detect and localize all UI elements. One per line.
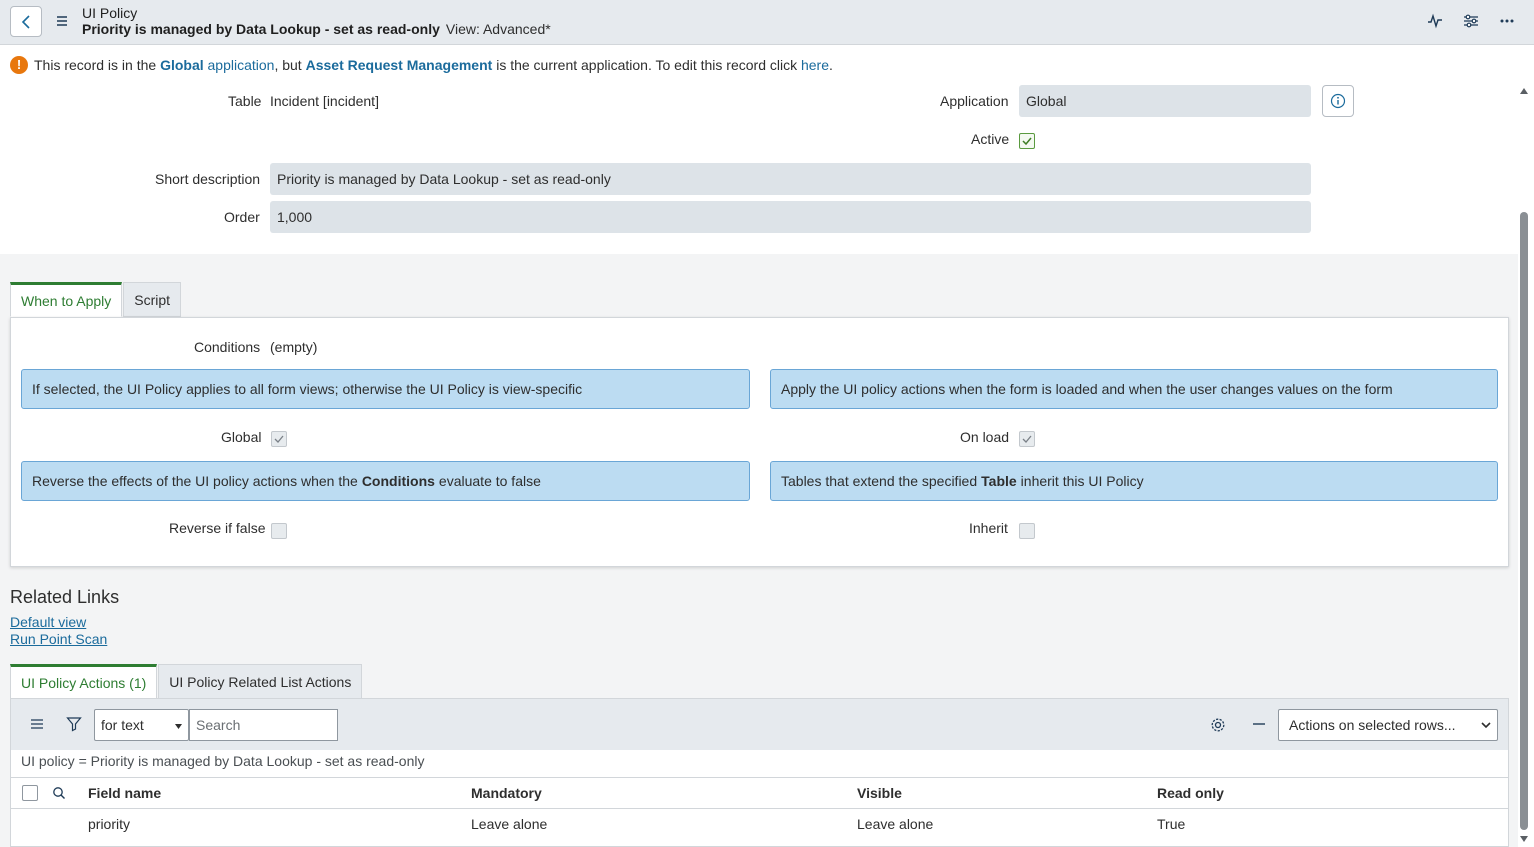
banner-here-link[interactable]: here [801, 57, 829, 73]
read-only-cell: True [1157, 816, 1186, 832]
inherit-hint-text-c: inherit this UI Policy [1020, 473, 1144, 489]
reverse-hint-text-c: evaluate to false [438, 473, 541, 489]
conditions-value: (empty) [270, 339, 318, 355]
list-toolbar: for text Search Actions on selected rows… [11, 699, 1508, 750]
tab-ui-policy-related-list-actions[interactable]: UI Policy Related List Actions [158, 664, 363, 699]
banner-global: Global [160, 56, 204, 73]
onload-label: On load [960, 429, 1010, 445]
filter-icon[interactable] [66, 716, 82, 735]
ui-policy-actions-list: for text Search Actions on selected rows… [10, 698, 1509, 847]
record-name: Priority is managed by Data Lookup - set… [82, 21, 551, 37]
banner-text-2: , but [274, 56, 302, 73]
search-placeholder: Search [196, 717, 241, 733]
global-label: Global [221, 429, 262, 445]
search-icon[interactable] [52, 786, 66, 803]
section-tabs: When to Apply Script [10, 282, 182, 317]
column-header-read-only[interactable]: Read only [1157, 785, 1224, 801]
chevron-left-icon [21, 14, 30, 29]
column-header-field-name[interactable]: Field name [88, 785, 161, 801]
banner-application-link[interactable]: application [208, 57, 275, 73]
field-name-link[interactable]: priority [88, 816, 130, 832]
warning-icon: ! [10, 55, 28, 74]
search-field-select-value: for text [101, 717, 144, 733]
table-label: Table [228, 93, 262, 109]
inherit-checkbox[interactable] [1019, 523, 1035, 539]
form-fields: Table Incident [incident] Application Gl… [0, 84, 1518, 254]
tab-ui-policy-actions[interactable]: UI Policy Actions (1) [10, 664, 158, 699]
actions-select-value: Actions on selected rows... [1289, 717, 1456, 733]
activity-icon[interactable] [1426, 12, 1444, 30]
tab-script[interactable]: Script [123, 282, 182, 317]
checkmark-icon [1022, 137, 1032, 146]
info-banner: ! This record is in the Global applicati… [0, 46, 1534, 83]
checkmark-icon [1022, 435, 1032, 443]
hamburger-menu-icon[interactable] [55, 14, 69, 28]
onload-hint: Apply the UI policy actions when the for… [770, 369, 1498, 409]
list-search-input[interactable]: Search [189, 709, 338, 741]
reverse-hint-text-a: Reverse the effects of the UI policy act… [32, 473, 358, 489]
table-value: Incident [incident] [270, 93, 379, 109]
order-label: Order [224, 209, 260, 225]
scrollbar-thumb[interactable] [1520, 212, 1528, 830]
when-to-apply-panel: Conditions (empty) If selected, the UI P… [10, 317, 1509, 567]
application-field[interactable]: Global [1019, 85, 1311, 117]
reverse-hint-conditions: Conditions [361, 473, 435, 489]
global-checkbox[interactable] [271, 431, 287, 447]
gear-icon[interactable] [1210, 717, 1226, 736]
select-all-checkbox[interactable] [22, 785, 38, 801]
column-header-visible[interactable]: Visible [857, 785, 902, 801]
short-description-field[interactable]: Priority is managed by Data Lookup - set… [270, 163, 1311, 195]
inherit-label: Inherit [969, 520, 1008, 536]
run-point-scan-link[interactable]: Run Point Scan [10, 631, 107, 647]
record-name-text: Priority is managed by Data Lookup - set… [82, 21, 440, 37]
application-label: Application [940, 93, 1009, 109]
related-links-title: Related Links [10, 587, 120, 607]
active-checkbox[interactable] [1019, 133, 1035, 149]
view-label[interactable]: View: Advanced* [446, 21, 551, 37]
tab-when-to-apply[interactable]: When to Apply [10, 282, 123, 317]
caret-down-icon [175, 724, 182, 729]
reverse-if-false-label: Reverse if false [169, 520, 266, 536]
inherit-hint-text-a: Tables that extend the specified [781, 473, 978, 489]
order-field[interactable]: 1,000 [270, 201, 1311, 233]
list-menu-icon[interactable] [30, 717, 44, 734]
visible-cell: Leave alone [857, 816, 934, 832]
chevron-down-icon [1481, 722, 1491, 729]
related-list-tabs: UI Policy Actions (1) UI Policy Related … [10, 664, 363, 699]
reverse-hint: Reverse the effects of the UI policy act… [21, 461, 750, 501]
more-options-icon[interactable] [1498, 12, 1516, 30]
banner-text-3: is the current application. To edit this… [496, 56, 798, 73]
onload-checkbox[interactable] [1019, 431, 1035, 447]
short-description-label: Short description [155, 171, 261, 187]
page-scrollbar[interactable] [1518, 84, 1530, 847]
column-header-mandatory[interactable]: Mandatory [471, 785, 542, 801]
banner-text-1: This record is in the [34, 56, 157, 73]
mandatory-cell: Leave alone [471, 816, 548, 832]
checkmark-icon [274, 435, 284, 443]
scroll-up-arrow-icon[interactable] [1519, 87, 1529, 95]
info-icon [1330, 93, 1346, 109]
active-label: Active [971, 131, 1010, 147]
form-header: UI Policy Priority is managed by Data Lo… [0, 0, 1534, 45]
scroll-down-arrow-icon[interactable] [1519, 835, 1529, 843]
list-column-headers: Field name Mandatory Visible Read only [11, 777, 1508, 809]
search-field-select[interactable]: for text [94, 709, 189, 741]
inherit-hint-table: Table [981, 473, 1017, 489]
actions-on-selected-rows-select[interactable]: Actions on selected rows... [1278, 709, 1498, 741]
collapse-icon[interactable] [1252, 717, 1266, 734]
table-row: priority Leave alone Leave alone True [11, 809, 1508, 841]
reverse-if-false-checkbox[interactable] [271, 523, 287, 539]
settings-sliders-icon[interactable] [1462, 12, 1480, 30]
global-hint: If selected, the UI Policy applies to al… [21, 369, 750, 409]
banner-period: . [829, 56, 833, 73]
page-title: UI Policy [82, 5, 138, 21]
back-button[interactable] [10, 6, 42, 37]
inherit-hint: Tables that extend the specified Table inh… [770, 461, 1498, 501]
list-breadcrumb[interactable]: UI policy = Priority is managed by Data … [21, 753, 424, 769]
application-info-button[interactable] [1322, 85, 1354, 117]
conditions-label: Conditions [194, 339, 261, 355]
default-view-link[interactable]: Default view [10, 614, 86, 630]
banner-current-app: Asset Request Management [305, 56, 493, 73]
